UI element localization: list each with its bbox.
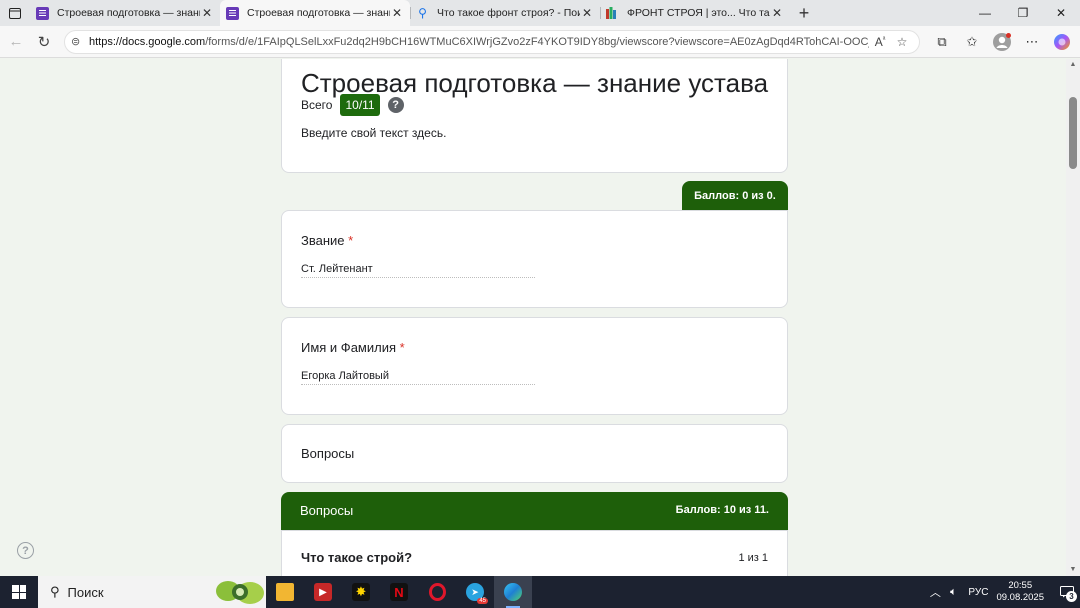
taskbar-opera[interactable] [418, 576, 456, 608]
star-burst-icon: ✸ [352, 583, 370, 601]
profile-avatar[interactable] [990, 30, 1014, 54]
copilot-icon[interactable] [1050, 30, 1074, 54]
scroll-down-icon[interactable]: ▼ [1066, 564, 1080, 576]
section-title: Вопросы [300, 503, 354, 518]
search-icon: ⚲ [418, 6, 427, 20]
chevron-up-icon[interactable]: ︿ [926, 584, 944, 600]
read-aloud-icon[interactable]: Aᵃ [869, 35, 891, 49]
telegram-badge: 45 [477, 598, 488, 604]
question-card-stroy: Что такое строй? 1 из 1 [281, 530, 788, 576]
volume-icon[interactable]: 🔈︎ [944, 586, 962, 599]
media-player-icon: ▶ [314, 583, 332, 601]
question-card-rank: Звание * Ст. Лейтенант [281, 210, 788, 308]
search-icon: ⚲ [50, 584, 60, 599]
system-tray: ︿ 🔈︎ РУС 20:55 09.08.2025 3 [926, 576, 1080, 608]
section-header: Вопросы Баллов: 10 из 11. [281, 492, 788, 530]
taskbar-telegram[interactable]: ➤ 45 [456, 576, 494, 608]
tab-title: Строевая подготовка — знание [247, 7, 390, 19]
taskbar-file-explorer[interactable] [266, 576, 304, 608]
search-highlight-image [214, 577, 266, 607]
folder-icon [276, 583, 294, 601]
browser-toolbar: ← ↻ ⊜ https://docs.google.com/forms/d/e/… [0, 26, 1080, 58]
extensions-icon[interactable]: ⧉ [930, 30, 954, 54]
form-page: Строевая подготовка — знание устава Всег… [0, 59, 1080, 576]
help-circle-icon[interactable]: ? [17, 542, 34, 559]
close-tab-icon[interactable]: ✕ [200, 6, 214, 20]
required-asterisk: * [348, 233, 354, 248]
close-tab-icon[interactable]: ✕ [580, 6, 594, 20]
new-tab-button[interactable]: + [790, 0, 818, 26]
taskbar-search[interactable]: ⚲ Поиск [38, 576, 266, 608]
back-arrow-icon[interactable]: ← [2, 28, 30, 56]
form-description: Введите свой текст здесь. [301, 126, 447, 140]
edge-icon [504, 583, 522, 601]
windows-taskbar: ⚲ Поиск ▶ ✸ N ➤ 45 ︿ 🔈︎ РУС 20:55 09.08.… [0, 576, 1080, 608]
notifications-count: 3 [1066, 591, 1077, 602]
clock[interactable]: 20:55 09.08.2025 [996, 580, 1044, 604]
question-label: Имя и Фамилия * [301, 340, 405, 355]
search-label: Поиск [67, 584, 104, 600]
favorites-icon[interactable]: ✩ [960, 30, 984, 54]
points-badge: Баллов: 0 из 0. [682, 181, 788, 210]
page-scrollbar[interactable]: ▲ ▼ [1066, 59, 1080, 576]
taskbar-edge[interactable] [494, 576, 532, 608]
tab-3[interactable]: ⚲ Что такое фронт строя? - Поиск ✕ [410, 0, 600, 26]
help-icon[interactable]: ? [387, 97, 404, 113]
scroll-up-icon[interactable]: ▲ [1066, 59, 1080, 71]
question-score: 1 из 1 [738, 552, 768, 564]
tab-4[interactable]: ФРОНТ СТРОЯ | это... Что такое ✕ [600, 0, 790, 26]
form-title-card: Строевая подготовка — знание устава Всег… [281, 59, 788, 173]
scrollbar-thumb[interactable] [1069, 97, 1077, 169]
start-button[interactable] [0, 576, 38, 608]
tab-actions-button[interactable] [0, 0, 30, 26]
section-score: Баллов: 10 из 11. [675, 504, 769, 516]
taskbar-media-app[interactable]: ▶ [304, 576, 342, 608]
section-card: Вопросы [281, 424, 788, 483]
question-text: Что такое строй? [301, 550, 413, 565]
reload-icon[interactable]: ↻ [30, 28, 58, 56]
tab-2-active[interactable]: Строевая подготовка — знание ✕ [220, 0, 410, 26]
language-indicator[interactable]: РУС [968, 587, 988, 598]
tab-title: Строевая подготовка — знание [57, 7, 200, 19]
dictionary-icon [606, 7, 619, 20]
question-card-name: Имя и Фамилия * Егорка Лайтовый [281, 317, 788, 415]
required-asterisk: * [399, 340, 405, 355]
windows-logo-icon [12, 585, 26, 599]
total-score-badge: 10/11 [340, 94, 380, 116]
answer-text: Егорка Лайтовый [301, 370, 535, 385]
tab-strip: Строевая подготовка — знание ✕ Строевая … [0, 0, 1080, 26]
restore-icon[interactable]: ❐ [1004, 0, 1042, 26]
url-text: https://docs.google.com/forms/d/e/1FAIpQ… [89, 35, 869, 48]
tab-title: ФРОНТ СТРОЯ | это... Что такое [627, 7, 770, 19]
tab-actions-icon [9, 7, 21, 19]
site-info-icon[interactable]: ⊜ [71, 35, 89, 48]
more-menu-icon[interactable]: ⋯ [1020, 30, 1044, 54]
favorite-star-icon[interactable]: ☆ [891, 35, 913, 49]
total-label: Всего [301, 98, 333, 112]
section-label: Вопросы [301, 446, 355, 461]
answer-text: Ст. Лейтенант [301, 263, 535, 278]
opera-icon [428, 583, 446, 601]
close-tab-icon[interactable]: ✕ [770, 6, 784, 20]
notifications-icon[interactable]: 3 [1054, 576, 1080, 608]
tab-1[interactable]: Строевая подготовка — знание ✕ [30, 0, 220, 26]
close-tab-icon[interactable]: ✕ [390, 6, 404, 20]
netflix-icon: N [390, 583, 408, 601]
clock-time: 20:55 [1008, 580, 1033, 591]
window-controls: — ❐ ✕ [966, 0, 1080, 26]
total-score-row: Всего 10/11 ? [301, 94, 404, 116]
question-label: Звание * [301, 233, 354, 248]
minimize-icon[interactable]: — [966, 0, 1004, 26]
clock-date: 09.08.2025 [996, 592, 1044, 603]
taskbar-app-star[interactable]: ✸ [342, 576, 380, 608]
toolbar-actions: ⧉ ✩ ⋯ [930, 30, 1074, 54]
google-forms-icon [36, 6, 49, 20]
tab-title: Что такое фронт строя? - Поиск [437, 7, 580, 19]
taskbar-netflix[interactable]: N [380, 576, 418, 608]
google-forms-icon [226, 6, 239, 20]
address-bar[interactable]: ⊜ https://docs.google.com/forms/d/e/1FAI… [64, 29, 920, 54]
close-window-icon[interactable]: ✕ [1042, 0, 1080, 26]
